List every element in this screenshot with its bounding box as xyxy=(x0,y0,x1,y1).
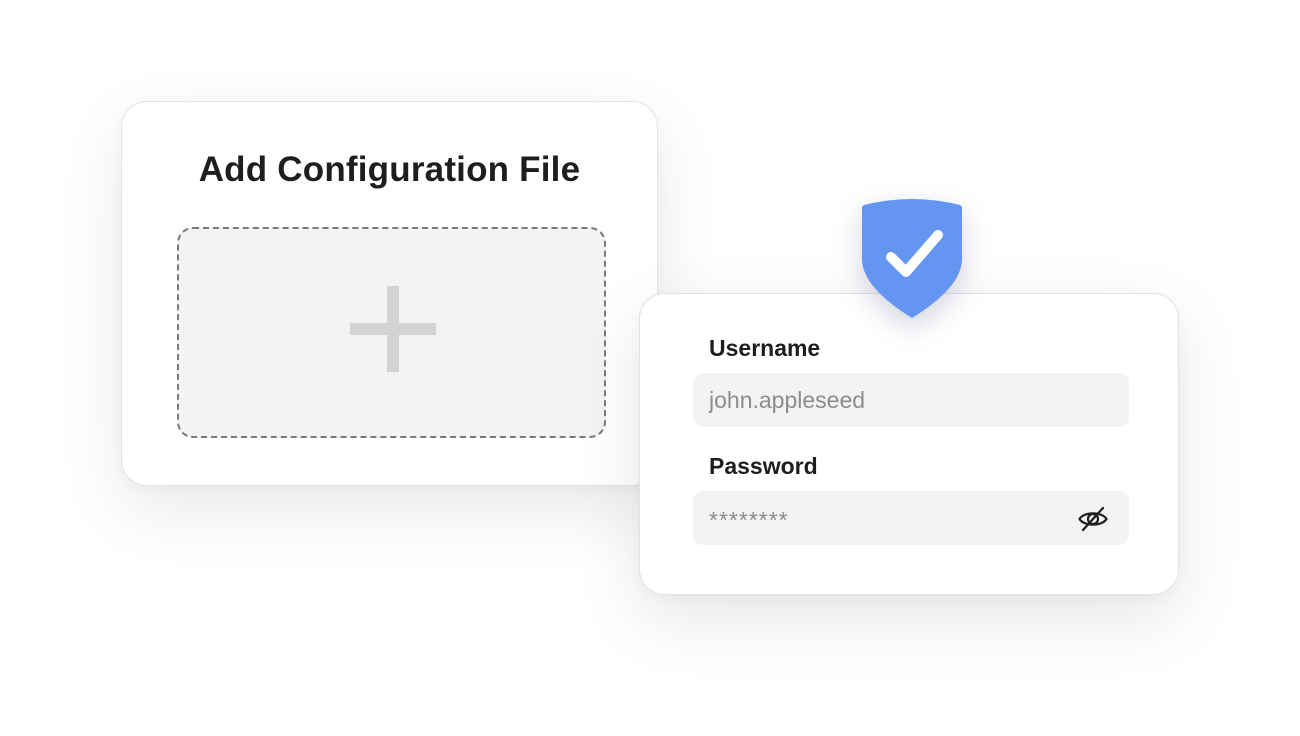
shield-check-icon xyxy=(862,199,962,318)
upload-title: Add Configuration File xyxy=(198,150,581,189)
username-field[interactable]: john.appleseed xyxy=(693,373,1129,427)
file-dropzone[interactable] xyxy=(177,227,606,438)
upload-card: Add Configuration File xyxy=(121,101,658,486)
login-card: Username john.appleseed Password *******… xyxy=(639,293,1179,595)
stage: Add Configuration File Username john.app… xyxy=(0,0,1300,736)
plus-icon xyxy=(350,286,436,372)
eye-slash-icon[interactable] xyxy=(1077,503,1109,535)
password-label: Password xyxy=(709,453,818,479)
password-field[interactable]: ******** xyxy=(693,491,1129,545)
username-label: Username xyxy=(709,335,821,361)
